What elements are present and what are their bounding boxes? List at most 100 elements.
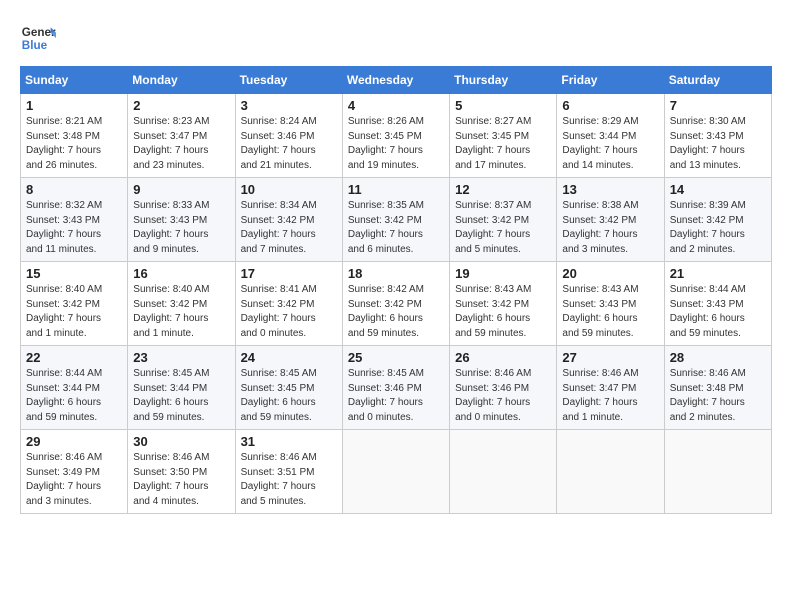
day-detail: Sunrise: 8:21 AM Sunset: 3:48 PM Dayligh… [26, 115, 122, 173]
day-number: 1 [26, 98, 122, 113]
calendar-day-cell: 9Sunrise: 8:33 AM Sunset: 3:43 PM Daylig… [128, 178, 235, 262]
weekday-header-saturday: Saturday [664, 67, 771, 94]
weekday-header-monday: Monday [128, 67, 235, 94]
calendar-day-cell: 7 Sunrise: 8:30 AM Sunset: 3:43 PM Daylig… [664, 94, 771, 178]
day-detail: Sunrise: 8:42 AM Sunset: 3:42 PM Dayligh… [348, 283, 444, 341]
svg-text:Blue: Blue [22, 39, 48, 52]
day-detail: Sunrise: 8:27 AM Sunset: 3:45 PM Dayligh… [455, 115, 551, 173]
calendar-day-cell: 24 Sunrise: 8:45 AM Sunset: 3:45 PM Dayli… [235, 346, 342, 430]
day-number: 21 [670, 266, 766, 281]
day-number: 13 [562, 182, 658, 197]
empty-cell [557, 430, 664, 514]
day-number: 3 [241, 98, 337, 113]
day-detail: Sunrise: 8:26 AM Sunset: 3:45 PM Dayligh… [348, 115, 444, 173]
calendar-day-cell: 16 Sunrise: 8:40 AM Sunset: 3:42 PM Dayli… [128, 262, 235, 346]
day-number: 23 [133, 350, 229, 365]
day-number: 28 [670, 350, 766, 365]
calendar-day-cell: 2 Sunrise: 8:23 AM Sunset: 3:47 PM Daylig… [128, 94, 235, 178]
day-detail: Sunrise: 8:34 AM Sunset: 3:42 PM Dayligh… [241, 199, 337, 257]
day-number: 31 [241, 434, 337, 449]
day-detail: Sunrise: 8:33 AM Sunset: 3:43 PM Dayligh… [133, 199, 229, 257]
day-detail: Sunrise: 8:45 AM Sunset: 3:46 PM Dayligh… [348, 367, 444, 425]
day-number: 16 [133, 266, 229, 281]
calendar-day-cell: 3 Sunrise: 8:24 AM Sunset: 3:46 PM Daylig… [235, 94, 342, 178]
calendar-day-cell: 13 Sunrise: 8:38 AM Sunset: 3:42 PM Dayli… [557, 178, 664, 262]
calendar-week-row: 1 Sunrise: 8:21 AM Sunset: 3:48 PM Daylig… [21, 94, 772, 178]
day-number: 27 [562, 350, 658, 365]
logo: General Blue [20, 20, 56, 56]
calendar-week-row: 15 Sunrise: 8:40 AM Sunset: 3:42 PM Dayli… [21, 262, 772, 346]
calendar-week-row: 22Sunrise: 8:44 AM Sunset: 3:44 PM Dayli… [21, 346, 772, 430]
day-detail: Sunrise: 8:38 AM Sunset: 3:42 PM Dayligh… [562, 199, 658, 257]
day-detail: Sunrise: 8:29 AM Sunset: 3:44 PM Dayligh… [562, 115, 658, 173]
day-number: 7 [670, 98, 766, 113]
calendar-day-cell: 30 Sunrise: 8:46 AM Sunset: 3:50 PM Dayli… [128, 430, 235, 514]
calendar-day-cell: 18 Sunrise: 8:42 AM Sunset: 3:42 PM Dayli… [342, 262, 449, 346]
calendar-day-cell: 17Sunrise: 8:41 AM Sunset: 3:42 PM Dayli… [235, 262, 342, 346]
calendar-day-cell: 6 Sunrise: 8:29 AM Sunset: 3:44 PM Daylig… [557, 94, 664, 178]
day-detail: Sunrise: 8:39 AM Sunset: 3:42 PM Dayligh… [670, 199, 766, 257]
empty-cell [450, 430, 557, 514]
day-number: 15 [26, 266, 122, 281]
calendar-day-cell: 22Sunrise: 8:44 AM Sunset: 3:44 PM Dayli… [21, 346, 128, 430]
day-number: 6 [562, 98, 658, 113]
day-number: 18 [348, 266, 444, 281]
empty-cell [664, 430, 771, 514]
calendar-week-row: 29 Sunrise: 8:46 AM Sunset: 3:49 PM Dayli… [21, 430, 772, 514]
day-detail: Sunrise: 8:44 AM Sunset: 3:43 PM Dayligh… [670, 283, 766, 341]
calendar-week-row: 8 Sunrise: 8:32 AM Sunset: 3:43 PM Daylig… [21, 178, 772, 262]
day-detail: Sunrise: 8:32 AM Sunset: 3:43 PM Dayligh… [26, 199, 122, 257]
calendar-day-cell: 31 Sunrise: 8:46 AM Sunset: 3:51 PM Dayli… [235, 430, 342, 514]
day-detail: Sunrise: 8:45 AM Sunset: 3:45 PM Dayligh… [241, 367, 337, 425]
day-detail: Sunrise: 8:40 AM Sunset: 3:42 PM Dayligh… [26, 283, 122, 341]
day-number: 12 [455, 182, 551, 197]
day-detail: Sunrise: 8:40 AM Sunset: 3:42 PM Dayligh… [133, 283, 229, 341]
day-detail: Sunrise: 8:46 AM Sunset: 3:51 PM Dayligh… [241, 451, 337, 509]
calendar-header-row: SundayMondayTuesdayWednesdayThursdayFrid… [21, 67, 772, 94]
day-number: 2 [133, 98, 229, 113]
calendar-day-cell: 25 Sunrise: 8:45 AM Sunset: 3:46 PM Dayli… [342, 346, 449, 430]
calendar-day-cell: 26 Sunrise: 8:46 AM Sunset: 3:46 PM Dayli… [450, 346, 557, 430]
day-detail: Sunrise: 8:43 AM Sunset: 3:42 PM Dayligh… [455, 283, 551, 341]
calendar-day-cell: 19 Sunrise: 8:43 AM Sunset: 3:42 PM Dayli… [450, 262, 557, 346]
day-number: 11 [348, 182, 444, 197]
calendar-day-cell: 5 Sunrise: 8:27 AM Sunset: 3:45 PM Daylig… [450, 94, 557, 178]
calendar-day-cell: 11 Sunrise: 8:35 AM Sunset: 3:42 PM Dayli… [342, 178, 449, 262]
calendar-day-cell: 21 Sunrise: 8:44 AM Sunset: 3:43 PM Dayli… [664, 262, 771, 346]
calendar-day-cell: 12 Sunrise: 8:37 AM Sunset: 3:42 PM Dayli… [450, 178, 557, 262]
day-detail: Sunrise: 8:37 AM Sunset: 3:42 PM Dayligh… [455, 199, 551, 257]
weekday-header-friday: Friday [557, 67, 664, 94]
day-detail: Sunrise: 8:23 AM Sunset: 3:47 PM Dayligh… [133, 115, 229, 173]
calendar-day-cell: 20Sunrise: 8:43 AM Sunset: 3:43 PM Dayli… [557, 262, 664, 346]
day-detail: Sunrise: 8:45 AM Sunset: 3:44 PM Dayligh… [133, 367, 229, 425]
day-number: 8 [26, 182, 122, 197]
calendar-day-cell: 8 Sunrise: 8:32 AM Sunset: 3:43 PM Daylig… [21, 178, 128, 262]
calendar-day-cell: 10 Sunrise: 8:34 AM Sunset: 3:42 PM Dayli… [235, 178, 342, 262]
day-number: 14 [670, 182, 766, 197]
day-number: 22 [26, 350, 122, 365]
day-number: 19 [455, 266, 551, 281]
calendar-day-cell: 27 Sunrise: 8:46 AM Sunset: 3:47 PM Dayli… [557, 346, 664, 430]
day-number: 24 [241, 350, 337, 365]
day-detail: Sunrise: 8:30 AM Sunset: 3:43 PM Dayligh… [670, 115, 766, 173]
day-number: 30 [133, 434, 229, 449]
day-number: 29 [26, 434, 122, 449]
day-detail: Sunrise: 8:35 AM Sunset: 3:42 PM Dayligh… [348, 199, 444, 257]
day-detail: Sunrise: 8:24 AM Sunset: 3:46 PM Dayligh… [241, 115, 337, 173]
day-detail: Sunrise: 8:46 AM Sunset: 3:46 PM Dayligh… [455, 367, 551, 425]
weekday-header-tuesday: Tuesday [235, 67, 342, 94]
day-number: 25 [348, 350, 444, 365]
day-number: 17 [241, 266, 337, 281]
page-header: General Blue [20, 20, 772, 56]
day-number: 5 [455, 98, 551, 113]
day-detail: Sunrise: 8:46 AM Sunset: 3:49 PM Dayligh… [26, 451, 122, 509]
day-number: 10 [241, 182, 337, 197]
calendar-table: SundayMondayTuesdayWednesdayThursdayFrid… [20, 66, 772, 514]
day-number: 26 [455, 350, 551, 365]
weekday-header-thursday: Thursday [450, 67, 557, 94]
day-number: 4 [348, 98, 444, 113]
day-detail: Sunrise: 8:46 AM Sunset: 3:50 PM Dayligh… [133, 451, 229, 509]
weekday-header-sunday: Sunday [21, 67, 128, 94]
day-detail: Sunrise: 8:46 AM Sunset: 3:47 PM Dayligh… [562, 367, 658, 425]
day-detail: Sunrise: 8:46 AM Sunset: 3:48 PM Dayligh… [670, 367, 766, 425]
